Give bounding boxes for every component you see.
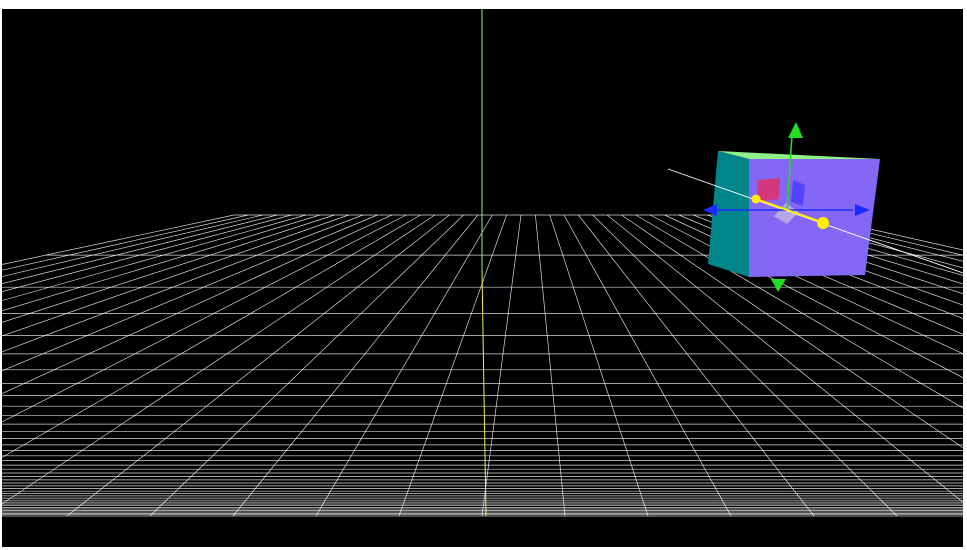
world-z-axis-line <box>481 270 487 517</box>
gizmo-x-arrow-negative[interactable] <box>703 204 717 216</box>
grid-line-width <box>2 214 378 372</box>
grid-line-width <box>2 214 278 285</box>
grid-line-width <box>66 214 450 517</box>
gizmo-z-handle-positive[interactable] <box>817 217 829 229</box>
grid-line-width <box>232 214 479 517</box>
grid-line-width <box>149 214 464 517</box>
grid-line-width <box>398 214 507 517</box>
grid-line-width <box>535 214 566 517</box>
grid-line-width <box>2 214 364 353</box>
grid-line-width <box>2 214 349 337</box>
grid-line-width <box>563 214 732 517</box>
3d-viewport[interactable] <box>2 9 963 547</box>
grid-line-width <box>549 214 649 517</box>
scene-canvas[interactable] <box>2 9 963 547</box>
grid-line-width <box>2 214 421 458</box>
gizmo-y-arrow-negative[interactable] <box>771 279 786 292</box>
gizmo-y-arrow-positive[interactable] <box>788 122 803 138</box>
grid-line-width <box>2 214 249 271</box>
cube-front-face[interactable] <box>749 159 880 277</box>
grid-line-width <box>481 214 522 517</box>
grid-line-width <box>2 214 235 265</box>
app-window <box>0 0 967 550</box>
grid-line-width <box>2 214 263 277</box>
gizmo-z-handle-negative[interactable] <box>751 194 761 204</box>
